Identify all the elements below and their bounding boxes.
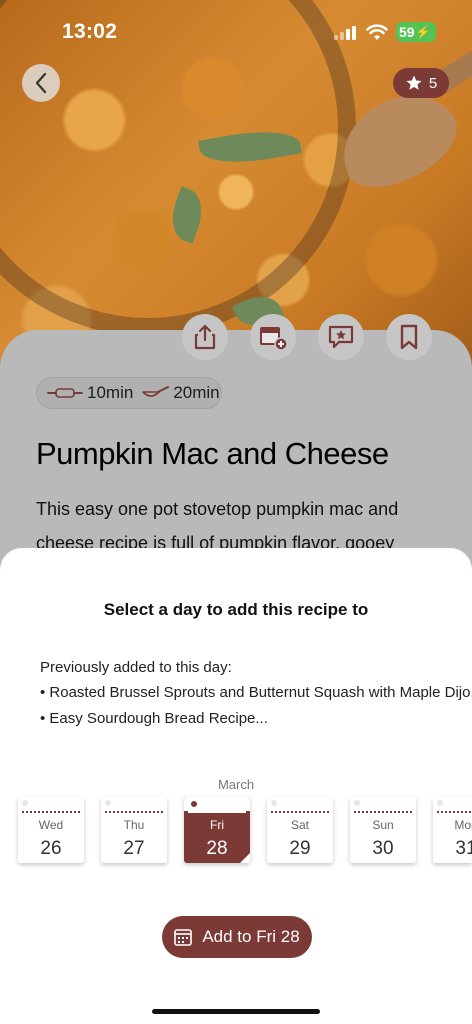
day-card-hole [271,800,277,806]
wooden-spoon [326,76,470,204]
share-button[interactable] [182,314,228,360]
pan-icon [142,386,170,397]
cellular-signal-icon [334,26,358,40]
battery-level: 59 [399,24,415,40]
status-time: 13:02 [62,20,118,43]
day-number: 26 [40,838,62,859]
day-number: 27 [123,838,145,859]
calendar-icon [174,929,193,946]
cook-time: 20min [173,383,220,402]
star-speech-bubble-icon [328,325,354,349]
day-name: Thu [123,818,145,832]
time-info-pill: 10min 20min [36,377,222,409]
review-button[interactable] [318,314,364,360]
day-card-hole [354,800,360,806]
share-icon [194,324,216,350]
day-card-perforation [437,811,472,813]
star-icon [406,75,422,90]
day-card-perforation [188,811,246,813]
prep-time: 10min [87,383,134,402]
day-name: Mon [454,818,472,832]
calendar-add-icon [260,327,288,351]
add-to-calendar-button[interactable] [250,314,296,360]
add-to-day-label: Add to Fri 28 [202,927,300,946]
day-card-wed[interactable]: Wed 26 [18,797,84,863]
day-card-hole [22,800,28,806]
day-card-hole [191,801,197,807]
chevron-left-icon [35,72,47,94]
day-card-perforation [354,811,412,813]
day-card-perforation [271,811,329,813]
previous-item: • Easy Sourdough Bread Recipe... [40,710,268,727]
day-number: 29 [289,838,311,859]
day-number: 30 [372,838,394,859]
page-curl-corner [240,853,250,863]
day-name: Wed [38,818,64,832]
day-card-thu[interactable]: Thu 27 [101,797,167,863]
bookmark-icon [400,324,418,350]
recipe-title: Pumpkin Mac and Cheese [36,436,389,471]
wifi-icon [366,24,388,40]
rolling-pin-icon [47,388,83,398]
day-card-sun[interactable]: Sun 30 [350,797,416,863]
status-bar: 13:02 59 ⚡ [0,0,472,60]
previously-added-label: Previously added to this day: [40,659,232,676]
previous-item: • Roasted Brussel Sprouts and Butternut … [40,684,472,701]
bookmark-button[interactable] [386,314,432,360]
day-number: 31 [455,838,472,859]
day-card-mon[interactable]: Mon 31 [433,797,472,863]
day-name: Sat [290,818,309,832]
day-name: Fri [210,818,224,832]
sheet-title: Select a day to add this recipe to [103,600,369,619]
charging-bolt-icon: ⚡ [415,25,431,39]
battery-indicator: 59 ⚡ [396,22,436,42]
day-name: Sun [372,818,394,832]
day-card-fri-selected[interactable]: Fri 28 [184,797,250,863]
day-card-sat[interactable]: Sat 29 [267,797,333,863]
day-card-perforation [105,811,163,813]
sage-leaf [198,123,302,171]
rating-badge[interactable]: 5 [393,68,449,98]
day-card-hole [105,800,111,806]
rating-count: 5 [428,74,438,92]
sage-leaf [164,186,210,244]
month-label: March [217,777,255,792]
back-button[interactable] [22,64,60,102]
add-to-day-sheet: Select a day to add this recipe to Previ… [0,548,472,1024]
home-indicator[interactable] [152,1009,320,1014]
add-to-day-button[interactable]: Add to Fri 28 [162,916,312,958]
day-card-perforation [22,811,80,813]
day-card-hole [437,800,443,806]
